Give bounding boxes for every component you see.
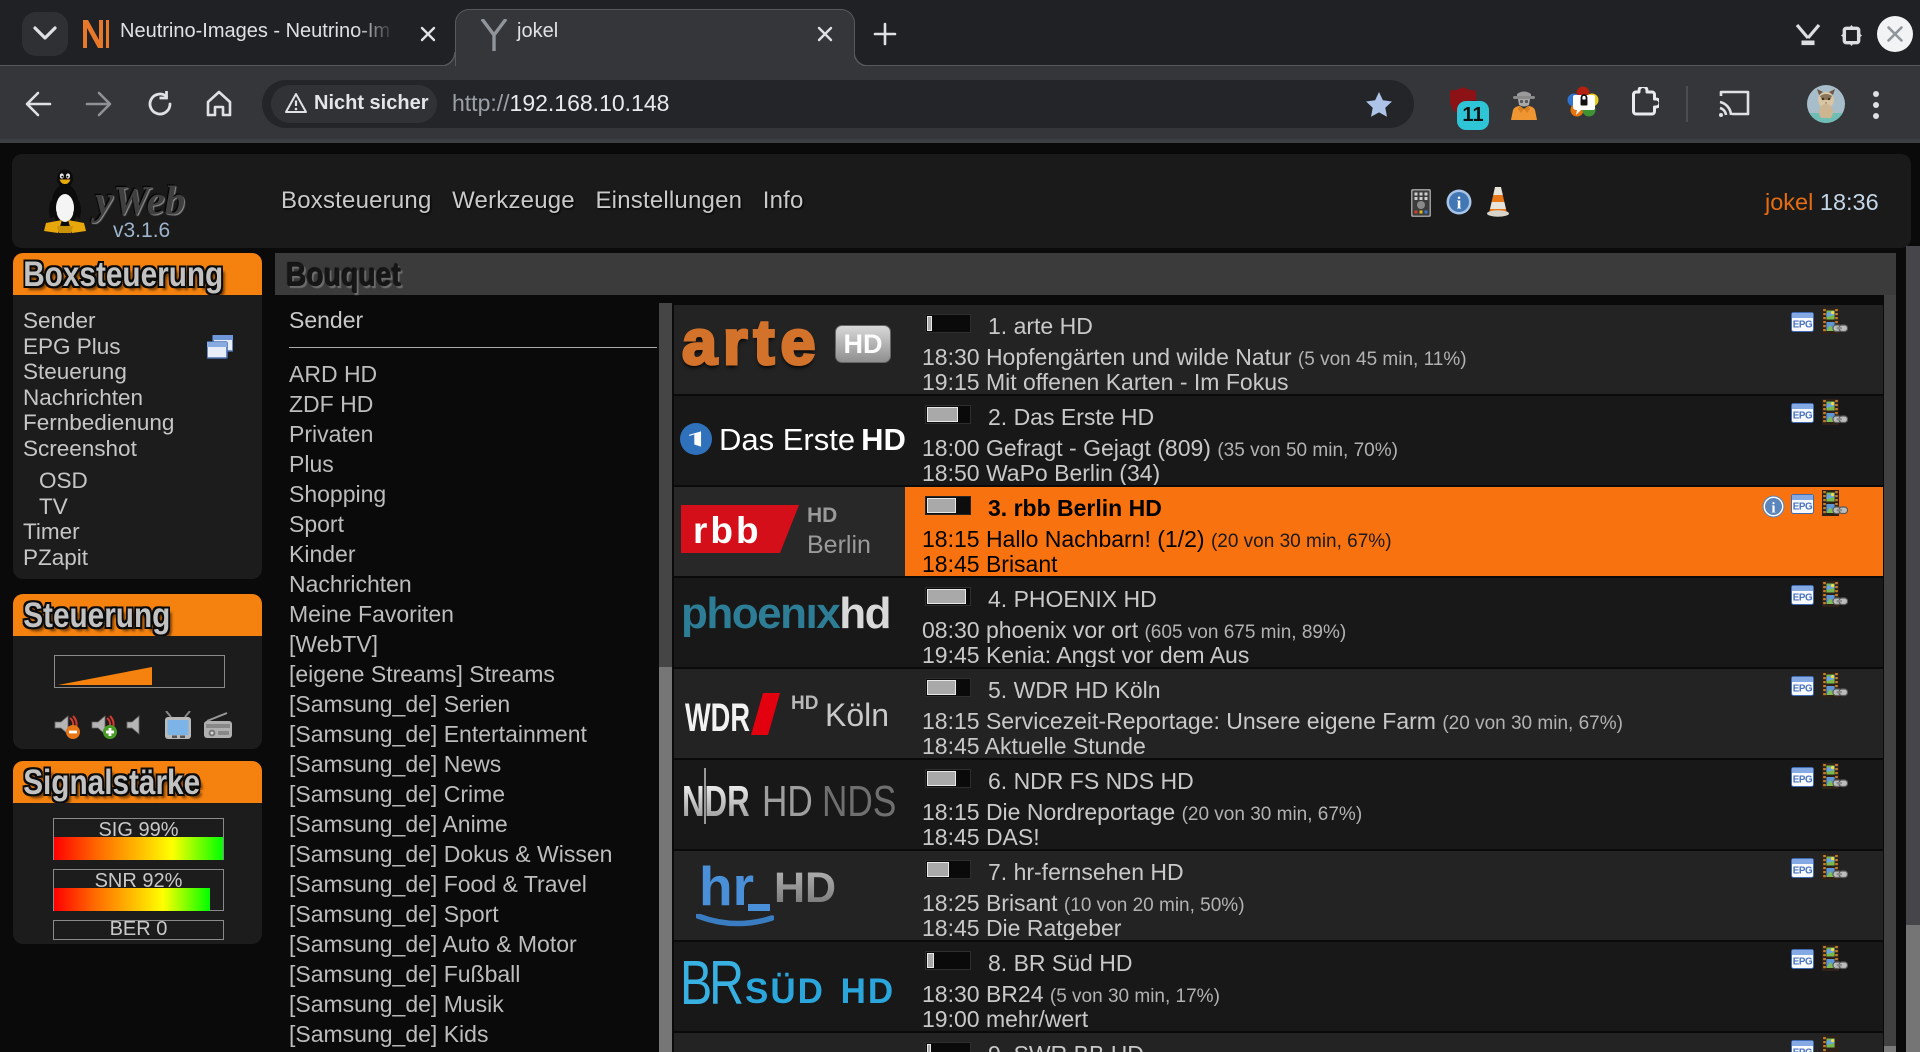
- svg-text:i: i: [1771, 501, 1775, 517]
- svg-text:EPG: EPG: [1793, 502, 1813, 513]
- svg-text:EPG: EPG: [1793, 320, 1813, 331]
- svg-text:EPG: EPG: [1793, 593, 1813, 604]
- svg-text:EPG: EPG: [1793, 684, 1813, 695]
- svg-text:EPG: EPG: [1793, 866, 1813, 877]
- svg-text:i: i: [1457, 194, 1462, 213]
- svg-text:EPG: EPG: [1793, 1048, 1813, 1052]
- svg-text:EPG: EPG: [1793, 411, 1813, 422]
- svg-text:EPG: EPG: [1793, 957, 1813, 968]
- svg-text:EPG: EPG: [1793, 775, 1813, 786]
- svg-text:rbb: rbb: [693, 510, 762, 551]
